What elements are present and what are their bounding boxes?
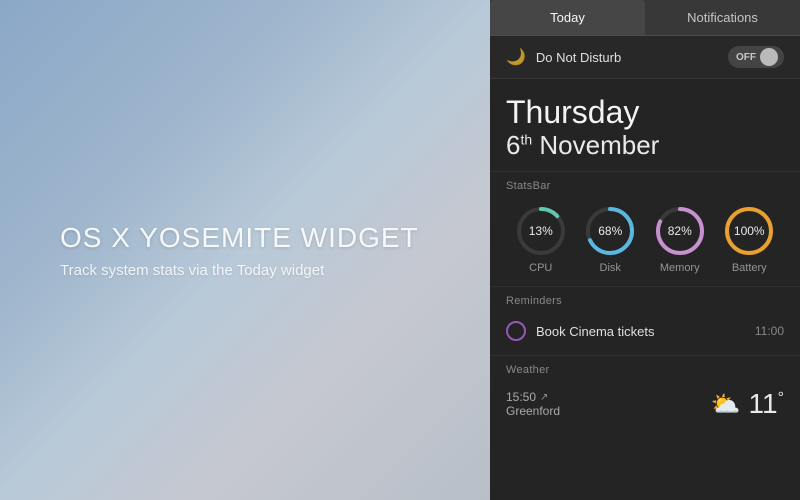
weather-location: Greenford — [506, 404, 560, 418]
reminder-item: Book Cinema tickets 11:00 — [506, 315, 784, 347]
left-content: OS X YOSEMITE WIDGET Track system stats … — [60, 222, 419, 279]
weather-right: ⛅ 11° — [711, 388, 784, 420]
reminders-section: Reminders Book Cinema tickets 11:00 — [490, 286, 800, 355]
memory-value: 82% — [668, 224, 692, 238]
cpu-circle: 13% — [514, 204, 568, 258]
weather-time: 15:50 — [506, 390, 536, 404]
date-full: 6th November — [506, 130, 784, 161]
disk-label: Disk — [600, 262, 621, 274]
stat-battery: 100% Battery — [722, 204, 776, 274]
weather-arrow-icon: ↗ — [540, 392, 548, 403]
main-title: OS X YOSEMITE WIDGET — [60, 222, 419, 254]
statsbar-section: StatsBar 13% CPU — [490, 171, 800, 286]
dnd-row: 🌙 Do Not Disturb OFF — [490, 36, 800, 79]
weather-degree: ° — [778, 390, 784, 407]
toggle-circle — [760, 48, 778, 66]
date-sup: th — [520, 132, 532, 148]
stats-circles: 13% CPU 68% Disk — [506, 200, 784, 278]
dnd-toggle[interactable]: OFF — [728, 46, 784, 68]
date-num: 6 — [506, 130, 520, 160]
stat-memory: 82% Memory — [653, 204, 707, 274]
tab-notifications[interactable]: Notifications — [645, 0, 800, 35]
date-section: Thursday 6th November — [490, 79, 800, 171]
cpu-label: CPU — [529, 262, 552, 274]
reminder-text: Book Cinema tickets — [536, 324, 745, 339]
moon-icon: 🌙 — [506, 47, 526, 67]
stat-disk: 68% Disk — [583, 204, 637, 274]
statsbar-label: StatsBar — [506, 180, 784, 192]
weather-temp: 11° — [749, 388, 784, 420]
weather-section: Weather 15:50 ↗ Greenford ⛅ 11° — [490, 355, 800, 500]
weather-content: 15:50 ↗ Greenford ⛅ 11° — [506, 384, 784, 424]
battery-circle: 100% — [722, 204, 776, 258]
stat-cpu: 13% CPU — [514, 204, 568, 274]
memory-label: Memory — [660, 262, 700, 274]
dnd-label: Do Not Disturb — [536, 50, 728, 65]
date-month: November — [539, 130, 659, 160]
cpu-value: 13% — [529, 224, 553, 238]
disk-value: 68% — [598, 224, 622, 238]
tab-today[interactable]: Today — [490, 0, 645, 35]
weather-left: 15:50 ↗ Greenford — [506, 390, 560, 418]
disk-circle: 68% — [583, 204, 637, 258]
right-panel: Today Notifications 🌙 Do Not Disturb OFF… — [490, 0, 800, 500]
reminder-checkbox[interactable] — [506, 321, 526, 341]
battery-value: 100% — [734, 224, 765, 238]
left-panel: OS X YOSEMITE WIDGET Track system stats … — [0, 0, 490, 500]
memory-circle: 82% — [653, 204, 707, 258]
battery-label: Battery — [732, 262, 767, 274]
tab-bar: Today Notifications — [490, 0, 800, 36]
toggle-off-text: OFF — [736, 52, 756, 63]
weather-icon: ⛅ — [711, 390, 741, 419]
weather-label: Weather — [506, 364, 784, 376]
date-day: Thursday — [506, 95, 784, 130]
subtitle: Track system stats via the Today widget — [60, 262, 419, 279]
reminders-label: Reminders — [506, 295, 784, 307]
reminder-time: 11:00 — [755, 324, 784, 338]
weather-time-location: 15:50 ↗ — [506, 390, 560, 404]
